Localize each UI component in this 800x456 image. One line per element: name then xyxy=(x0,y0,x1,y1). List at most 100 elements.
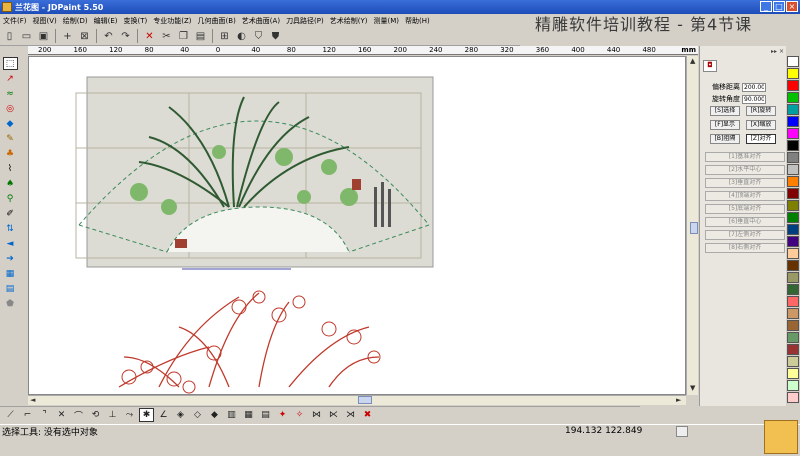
intersect-icon[interactable]: ✕ xyxy=(54,408,69,422)
delete-node-icon[interactable]: ✖ xyxy=(360,408,375,422)
align-option[interactable]: [5]底端对齐 xyxy=(705,204,785,214)
node-icon[interactable]: ⋉ xyxy=(326,408,341,422)
color-swatch[interactable] xyxy=(787,56,799,67)
select-button[interactable]: [S]选择 xyxy=(710,106,740,116)
drawing-canvas[interactable] xyxy=(28,56,686,395)
line-tool-icon[interactable]: ⟋ xyxy=(3,408,18,422)
save-icon[interactable]: ▣ xyxy=(36,29,51,44)
fence-icon[interactable]: ▥ xyxy=(224,408,239,422)
menu-item[interactable]: 绘制(D) xyxy=(60,16,91,26)
shield-icon[interactable]: ⛊ xyxy=(268,29,283,44)
menu-item[interactable]: 刀具路径(P) xyxy=(283,16,327,26)
panel-controls[interactable]: ▸▸ × xyxy=(771,48,784,55)
diamond-icon[interactable]: ◈ xyxy=(173,408,188,422)
scroll-left-arrow[interactable]: ◄ xyxy=(30,396,35,404)
tangent-icon[interactable]: ⤳ xyxy=(122,408,137,422)
scale-button[interactable]: [X]缩放 xyxy=(746,120,776,130)
menu-item[interactable]: 文件(F) xyxy=(0,16,30,26)
tree-icon[interactable]: ♠ xyxy=(3,177,18,190)
color-swatch[interactable] xyxy=(787,296,799,307)
copy-icon[interactable]: ❐ xyxy=(176,29,191,44)
align-option[interactable]: [1]基准对齐 xyxy=(705,152,785,162)
close-button[interactable]: × xyxy=(786,1,798,12)
color-swatch[interactable] xyxy=(787,164,799,175)
display-button[interactable]: [F]显示 xyxy=(710,120,740,130)
color-swatch[interactable] xyxy=(787,68,799,79)
fill-tool-icon[interactable]: ◆ xyxy=(3,117,18,130)
menu-item[interactable]: 编辑(E) xyxy=(91,16,121,26)
color-swatch[interactable] xyxy=(787,260,799,271)
minimize-button[interactable]: _ xyxy=(760,1,772,12)
color-swatch[interactable] xyxy=(787,116,799,127)
curve-icon[interactable]: ≈ xyxy=(3,87,18,100)
redo-icon[interactable]: ↷ xyxy=(118,29,133,44)
color-swatch[interactable] xyxy=(787,140,799,151)
color-swatch[interactable] xyxy=(787,344,799,355)
align-option[interactable]: [7]左侧对齐 xyxy=(705,230,785,240)
angle-input[interactable] xyxy=(742,94,766,104)
color-swatch[interactable] xyxy=(787,248,799,259)
swap-icon[interactable]: ⇅ xyxy=(3,222,18,235)
color-swatch[interactable] xyxy=(787,128,799,139)
color-swatch[interactable] xyxy=(787,392,799,403)
scroll-right-arrow[interactable]: ► xyxy=(676,396,681,404)
menu-item[interactable]: 专业功能(Z) xyxy=(150,16,194,26)
scroll-up-arrow[interactable]: ▲ xyxy=(690,57,695,65)
node-edit-icon[interactable]: ↗ xyxy=(3,72,18,85)
node-icon[interactable]: ⋈ xyxy=(309,408,324,422)
diamond-icon[interactable]: ◇ xyxy=(190,408,205,422)
perpendicular-icon[interactable]: ⊥ xyxy=(105,408,120,422)
color-swatch[interactable] xyxy=(787,200,799,211)
color-swatch[interactable] xyxy=(787,152,799,163)
color-swatch[interactable] xyxy=(787,104,799,115)
cut-icon[interactable]: ✂ xyxy=(159,29,174,44)
offset-input[interactable] xyxy=(742,82,766,92)
fence-icon[interactable]: ▦ xyxy=(241,408,256,422)
color-swatch[interactable] xyxy=(787,272,799,283)
align-option[interactable]: [6]垂直中心 xyxy=(705,217,785,227)
menu-item[interactable]: 艺术绘制(Y) xyxy=(327,16,371,26)
color-swatch[interactable] xyxy=(787,92,799,103)
block-button[interactable]: [B]阻隔 xyxy=(710,134,740,144)
diamond-icon[interactable]: ◆ xyxy=(207,408,222,422)
arc-icon[interactable]: ⌒ xyxy=(71,408,86,422)
align-option[interactable]: [2]水平中心 xyxy=(705,165,785,175)
color-swatch[interactable] xyxy=(787,320,799,331)
color-swatch[interactable] xyxy=(787,224,799,235)
rotate-button[interactable]: [R]旋转 xyxy=(746,106,776,116)
corner-icon[interactable]: ⌝ xyxy=(37,408,52,422)
color-swatch[interactable] xyxy=(787,236,799,247)
menu-item[interactable]: 几何曲面(B) xyxy=(195,16,239,26)
color-swatch[interactable] xyxy=(787,332,799,343)
arrow-right-icon[interactable]: ➔ xyxy=(3,252,18,265)
brush-icon[interactable]: ✎ xyxy=(3,132,18,145)
scroll-thumb[interactable] xyxy=(358,396,372,404)
polyline-icon[interactable]: ⌐ xyxy=(20,408,35,422)
fence-icon[interactable]: ▤ xyxy=(258,408,273,422)
crosshair-icon[interactable]: + xyxy=(60,29,75,44)
align-option[interactable]: [3]垂直对齐 xyxy=(705,178,785,188)
node-icon[interactable]: ⋊ xyxy=(343,408,358,422)
undo-icon[interactable]: ↶ xyxy=(101,29,116,44)
layer-icon[interactable]: ⊞ xyxy=(217,29,232,44)
pin-icon[interactable]: ✦ xyxy=(275,408,290,422)
align-button[interactable]: [Z]对齐 xyxy=(746,134,776,144)
color-swatch[interactable] xyxy=(787,284,799,295)
scroll-down-arrow[interactable]: ▼ xyxy=(690,384,695,392)
panel-tab[interactable]: ◘ xyxy=(703,60,717,72)
color-swatch[interactable] xyxy=(787,380,799,391)
layers-icon[interactable]: ▤ xyxy=(3,282,18,295)
color-swatch[interactable] xyxy=(787,80,799,91)
delete-icon[interactable]: ✕ xyxy=(142,29,157,44)
pin-icon[interactable]: ✧ xyxy=(292,408,307,422)
pencil-icon[interactable]: ✐ xyxy=(3,207,18,220)
snap-point-icon[interactable]: ✱ xyxy=(139,408,154,422)
new-icon[interactable]: ▯ xyxy=(2,29,17,44)
grid-icon[interactable]: ⊠ xyxy=(77,29,92,44)
shield-icon[interactable]: ⛉ xyxy=(251,29,266,44)
paste-icon[interactable]: ▤ xyxy=(193,29,208,44)
menu-item[interactable]: 艺术曲面(A) xyxy=(239,16,283,26)
horizontal-scrollbar[interactable]: ◄ ► xyxy=(28,395,686,405)
knife-icon[interactable]: ⌇ xyxy=(3,162,18,175)
stamp-icon[interactable]: ♣ xyxy=(3,147,18,160)
